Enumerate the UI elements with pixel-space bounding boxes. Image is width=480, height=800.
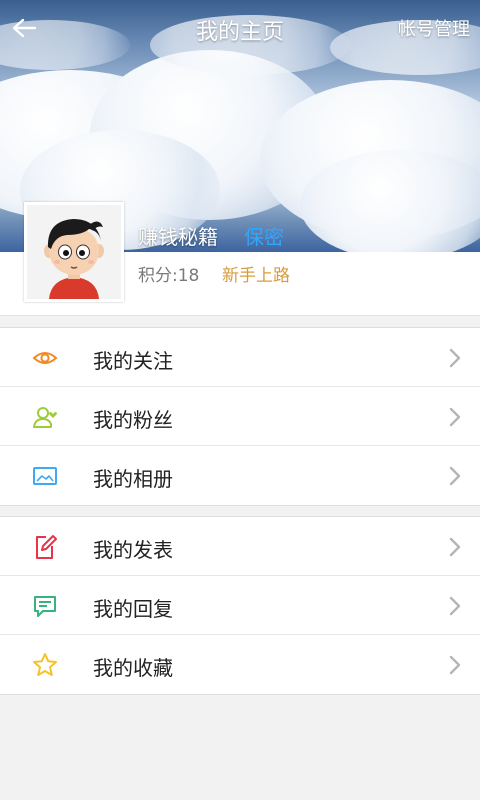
top-bar: 我的主页 帐号管理 bbox=[0, 0, 480, 56]
gender-label: 保密 bbox=[244, 225, 284, 249]
menu-group-social: 我的关注 我的粉丝 我的相册 bbox=[0, 327, 480, 506]
menu-item-album[interactable]: 我的相册 bbox=[0, 446, 480, 505]
menu-item-label: 我的回复 bbox=[93, 597, 173, 621]
chevron-right-icon bbox=[449, 655, 461, 675]
points-label: 积分:18 bbox=[138, 266, 200, 286]
menu-item-posts[interactable]: 我的发表 bbox=[0, 517, 480, 576]
avatar[interactable] bbox=[24, 202, 124, 302]
chevron-right-icon bbox=[449, 348, 461, 368]
back-arrow-icon bbox=[12, 18, 37, 38]
chevron-right-icon bbox=[449, 596, 461, 616]
comment-icon bbox=[34, 596, 56, 617]
menu-item-replies[interactable]: 我的回复 bbox=[0, 576, 480, 635]
image-icon bbox=[33, 467, 57, 485]
menu-item-label: 我的收藏 bbox=[93, 656, 173, 680]
username: 赚钱秘籍 bbox=[138, 225, 218, 249]
user-level-badge: 新手上路 bbox=[222, 266, 290, 286]
menu-item-label: 我的粉丝 bbox=[93, 408, 173, 432]
menu-item-favorites[interactable]: 我的收藏 bbox=[0, 635, 480, 694]
back-button[interactable] bbox=[4, 8, 44, 48]
menu-item-following[interactable]: 我的关注 bbox=[0, 328, 480, 387]
chevron-right-icon bbox=[449, 466, 461, 486]
menu-item-label: 我的关注 bbox=[93, 349, 173, 373]
eye-icon bbox=[32, 352, 58, 364]
menu-item-label: 我的相册 bbox=[93, 467, 173, 491]
edit-icon bbox=[36, 535, 57, 559]
chevron-right-icon bbox=[449, 407, 461, 427]
chevron-right-icon bbox=[449, 537, 461, 557]
menu-group-content: 我的发表 我的回复 我的收藏 bbox=[0, 516, 480, 695]
cartoon-boy-avatar-icon bbox=[27, 205, 121, 299]
account-manage-button[interactable]: 帐号管理 bbox=[398, 15, 470, 41]
menu-item-fans[interactable]: 我的粉丝 bbox=[0, 387, 480, 446]
star-icon bbox=[33, 653, 57, 676]
menu-item-label: 我的发表 bbox=[93, 538, 173, 562]
user-icon bbox=[33, 407, 57, 428]
